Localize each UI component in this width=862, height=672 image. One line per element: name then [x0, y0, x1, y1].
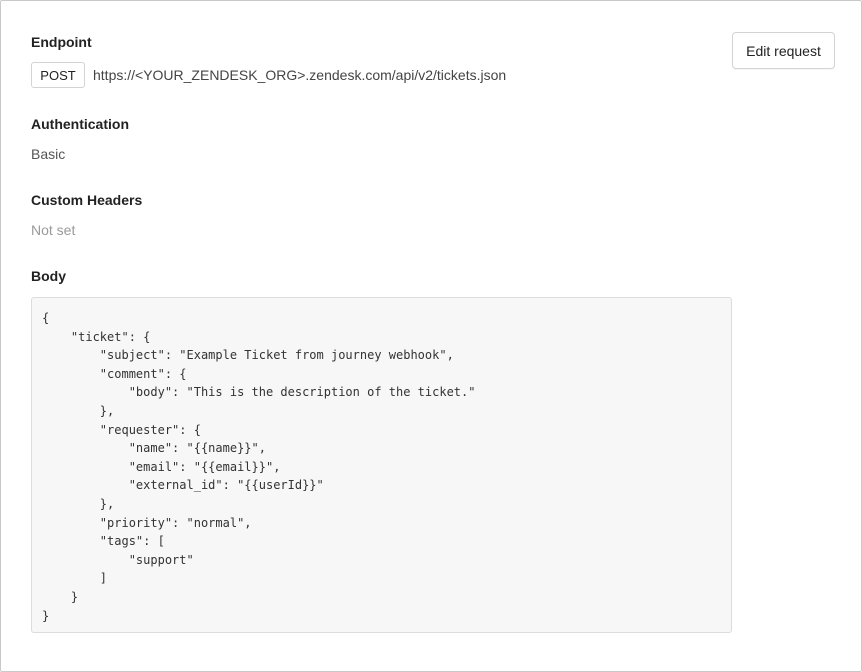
- authentication-value: Basic: [31, 146, 66, 162]
- webhook-request-panel: Edit request Endpoint POST https://<YOUR…: [0, 0, 862, 672]
- code-line: "ticket": {: [42, 329, 151, 344]
- code-line: "priority": "normal",: [42, 515, 252, 530]
- code-line: "comment": {: [42, 366, 187, 381]
- authentication-label: Authentication: [31, 116, 129, 132]
- code-line: "support": [42, 552, 194, 567]
- code-line: "name": "{{name}}",: [42, 441, 266, 456]
- custom-headers-label: Custom Headers: [31, 192, 143, 208]
- code-line: "external_id": "{{userId}}": [42, 478, 324, 493]
- code-line: }: [42, 589, 79, 604]
- body-label: Body: [31, 268, 66, 284]
- code-line: },: [42, 496, 115, 511]
- endpoint-label: Endpoint: [31, 34, 92, 50]
- http-method-badge: POST: [31, 62, 85, 88]
- endpoint-url: https://<YOUR_ZENDESK_ORG>.zendesk.com/a…: [93, 67, 507, 83]
- code-line: "body": "This is the description of the …: [42, 385, 476, 400]
- code-line: "subject": "Example Ticket from journey …: [42, 348, 454, 363]
- custom-headers-value: Not set: [31, 222, 76, 238]
- code-line: }: [42, 608, 50, 623]
- edit-request-button[interactable]: Edit request: [732, 32, 835, 69]
- request-body-code-block: { "ticket": { "subject": "Example Ticket…: [31, 297, 732, 633]
- code-line: "tags": [: [42, 534, 165, 549]
- code-line: "email": "{{email}}",: [42, 459, 281, 474]
- code-line: },: [42, 403, 115, 418]
- code-line: "requester": {: [42, 422, 201, 437]
- code-line: ]: [42, 571, 108, 586]
- code-line: {: [42, 311, 50, 325]
